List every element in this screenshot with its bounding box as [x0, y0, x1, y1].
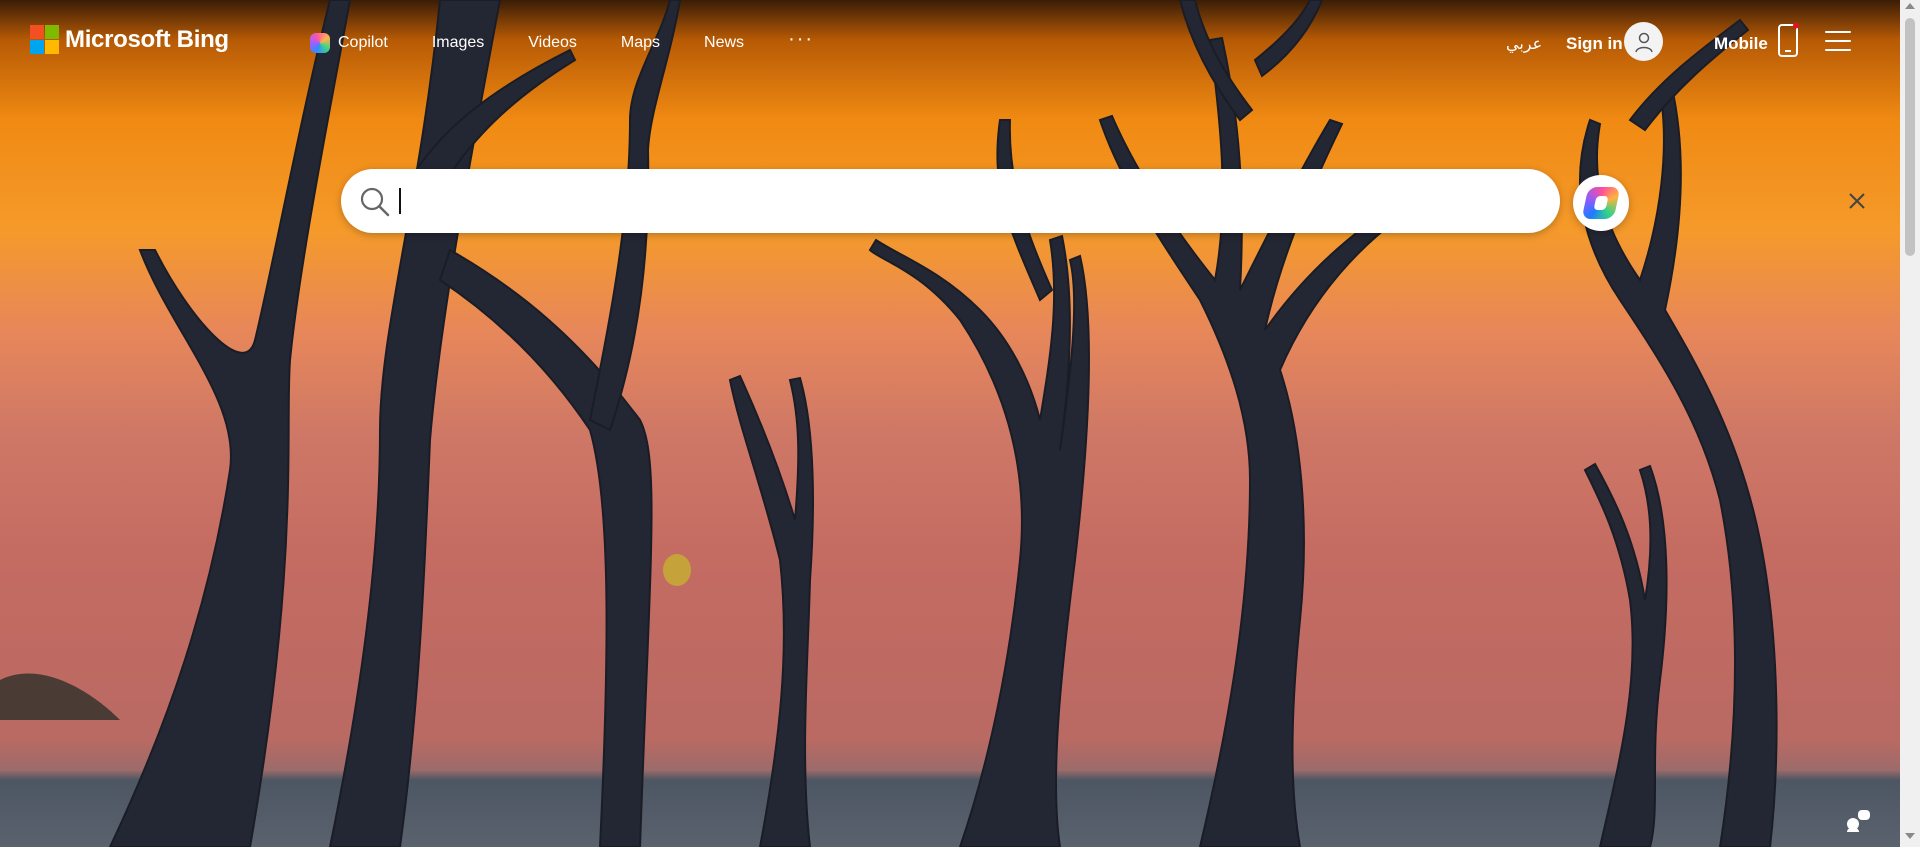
microsoft-logo-icon — [30, 25, 59, 54]
user-icon — [1634, 32, 1653, 52]
background-image — [0, 0, 1900, 847]
nav-more-button[interactable]: ··· — [788, 29, 814, 49]
brand-name: Microsoft Bing — [65, 25, 229, 53]
language-link[interactable]: عربي — [1506, 34, 1542, 54]
text-caret — [399, 188, 401, 214]
main-nav: Copilot Images Videos Maps News ··· — [310, 29, 858, 53]
nav-images[interactable]: Images — [432, 34, 484, 52]
copilot-icon — [1581, 187, 1621, 219]
phone-icon[interactable] — [1777, 23, 1799, 58]
avatar[interactable] — [1624, 22, 1663, 61]
close-icon[interactable] — [1845, 189, 1869, 213]
copilot-icon — [310, 33, 330, 53]
nav-news[interactable]: News — [704, 34, 744, 52]
nav-copilot-label: Copilot — [338, 34, 388, 51]
scroll-up-icon[interactable] — [1905, 3, 1915, 9]
nav-videos[interactable]: Videos — [528, 34, 577, 52]
mobile-link[interactable]: Mobile — [1714, 34, 1768, 54]
nav-copilot[interactable]: Copilot — [310, 33, 388, 53]
scroll-thumb[interactable] — [1905, 18, 1915, 256]
nav-maps[interactable]: Maps — [621, 34, 660, 52]
top-header: Microsoft Bing Copilot Images Videos Map… — [0, 0, 1900, 84]
sign-in-link[interactable]: Sign in — [1566, 34, 1623, 54]
feedback-icon[interactable] — [1845, 808, 1871, 832]
hamburger-menu-icon[interactable] — [1825, 31, 1851, 53]
search-input[interactable] — [399, 183, 1479, 219]
copilot-button[interactable] — [1573, 175, 1629, 231]
search-box — [341, 169, 1865, 233]
search-icon[interactable] — [359, 186, 391, 218]
vertical-scrollbar[interactable] — [1900, 0, 1920, 847]
scroll-down-icon[interactable] — [1905, 833, 1915, 839]
bing-logo[interactable]: Microsoft Bing — [30, 25, 229, 54]
